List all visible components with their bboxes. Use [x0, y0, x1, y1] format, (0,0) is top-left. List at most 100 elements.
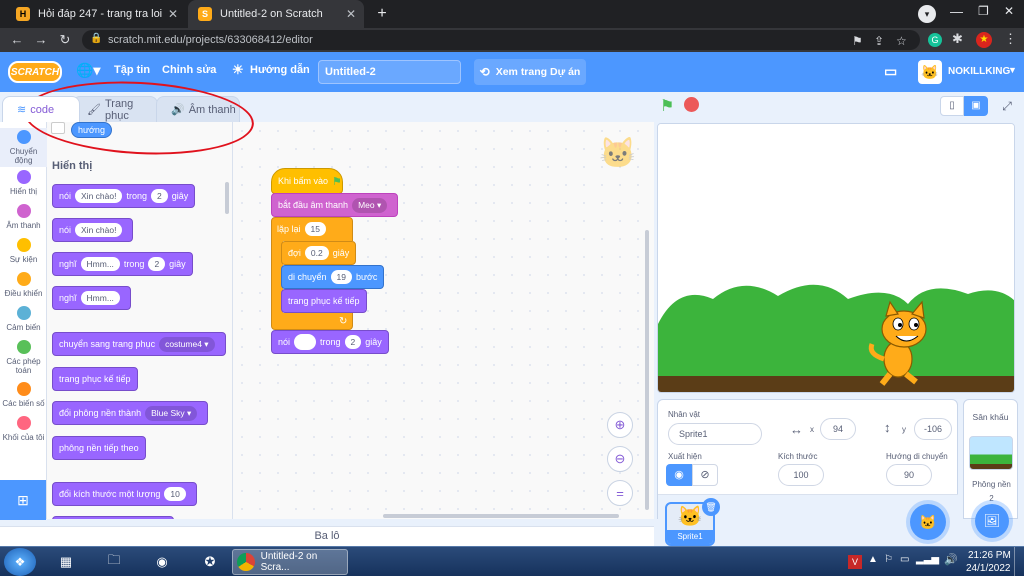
small-stage-button[interactable]: ▯ [940, 96, 964, 116]
sound-dropdown[interactable]: Meo ▾ [352, 197, 388, 213]
add-backdrop-button[interactable]: 🖼 [975, 504, 1009, 538]
flag-tray-icon[interactable]: ⚐ [884, 554, 893, 565]
category-control[interactable]: Điều khiển [0, 272, 47, 298]
block-input[interactable]: 2 [344, 335, 362, 349]
block-next-backdrop[interactable]: phông nền tiếp theo [52, 436, 146, 460]
costume-dropdown[interactable]: costume4 ▾ [159, 336, 215, 352]
category-variables[interactable]: Các biến số [0, 382, 47, 408]
block-move-steps[interactable]: di chuyển 19 bước [281, 265, 385, 289]
block-switch-costume[interactable]: chuyển sang trang phục costume4 ▾ [52, 332, 226, 356]
category-sensing[interactable]: Cảm biến [0, 306, 47, 332]
show-sprite-eye-button[interactable]: ◉ [666, 464, 692, 486]
block-input[interactable]: 19 [330, 270, 352, 284]
extensions-puzzle-icon[interactable]: ✱ [952, 31, 963, 47]
vpn-tray-icon[interactable]: V [848, 555, 862, 569]
chrome-taskbar-button[interactable]: Untitled-2 on Scra... [232, 549, 348, 575]
chrome-menu-icon[interactable]: ⋮ [1004, 31, 1017, 47]
block-when-flag-clicked[interactable]: Khi bấm vào ⚑ [271, 168, 343, 194]
category-my-blocks[interactable]: Khối của tôi [0, 416, 47, 442]
bookmark-star-icon[interactable]: ☆ [896, 34, 907, 48]
close-icon[interactable]: ✕ [346, 7, 356, 21]
close-window-icon[interactable]: ✕ [1004, 4, 1014, 18]
show-desktop-button[interactable] [1014, 547, 1024, 576]
stage-canvas[interactable] [657, 123, 1015, 393]
block-say[interactable]: nói Xin chào! [52, 218, 134, 242]
tab-code[interactable]: ≋ code [2, 96, 80, 122]
browser-tab-hoidap[interactable]: H Hỏi đáp 247 - trang tra loi ✕ [6, 0, 186, 28]
block-change-size[interactable]: đổi kích thước một lượng 10 [52, 482, 197, 506]
block-input-empty[interactable] [294, 334, 317, 350]
sprite-name-input[interactable]: Sprite1 [668, 423, 762, 445]
share-icon[interactable]: ⇪ [874, 34, 884, 48]
add-extension-button[interactable]: ⊞ [0, 480, 46, 520]
address-bar[interactable]: 🔒 scratch.mit.edu/projects/633068412/edi… [82, 30, 920, 50]
language-globe-icon[interactable]: 🌐▾ [76, 62, 100, 79]
block-partial[interactable] [52, 516, 174, 519]
block-input[interactable]: 2 [148, 257, 166, 271]
block-input[interactable]: 15 [304, 222, 326, 236]
stop-button[interactable] [684, 97, 699, 112]
hide-sprite-eye-button[interactable]: ⊘ [692, 464, 718, 486]
block-think-for-secs[interactable]: nghĩ Hmm... trong 2 giây [52, 252, 193, 276]
green-flag-button[interactable]: ⚑ [660, 96, 674, 116]
palette-scrollbar[interactable] [225, 182, 229, 214]
scratch-logo[interactable]: SCRATCH [8, 61, 62, 83]
y-input[interactable]: -106 [914, 418, 952, 440]
app-taskbar-icon[interactable]: ✪ [190, 550, 230, 574]
block-think[interactable]: nghĩ Hmm... [52, 286, 131, 310]
clock-date[interactable]: 24/1/2022 [966, 563, 1011, 574]
block-say-for-secs[interactable]: nói Xin chào! trong 2 giây [52, 184, 196, 208]
block-input[interactable]: Hmm... [80, 257, 120, 271]
delete-sprite-trash-icon[interactable]: 🗑 [702, 498, 720, 516]
zoom-taskbar-icon[interactable]: ◉ [142, 550, 182, 574]
clock-time[interactable]: 21:26 PM [968, 550, 1011, 561]
start-button[interactable]: ❖ [4, 548, 36, 576]
chevron-down-icon[interactable]: ▼ [1008, 65, 1017, 75]
volume-icon[interactable]: 🔊 [944, 553, 958, 566]
block-next-costume[interactable]: trang phục kế tiếp [52, 367, 138, 391]
back-icon[interactable]: ← [6, 32, 28, 47]
restore-icon[interactable]: ❐ [978, 4, 989, 18]
direction-input[interactable]: 90 [886, 464, 932, 486]
display-tray-icon[interactable]: ▭ [900, 554, 909, 565]
site-settings-icon[interactable]: ⚑ [852, 34, 863, 48]
browser-tab-scratch[interactable]: S Untitled-2 on Scratch ✕ [188, 0, 364, 28]
stage-target-pane[interactable]: Sân khấu Phông nền 2 [963, 399, 1018, 519]
block-next-costume-script[interactable]: trang phục kế tiếp [281, 289, 367, 313]
see-project-page-button[interactable]: ⟲ Xem trang Dự án [474, 59, 586, 85]
backpack-bar[interactable]: Ba lô [0, 526, 654, 546]
block-input[interactable]: 2 [150, 189, 168, 203]
reload-icon[interactable]: ↻ [54, 32, 76, 48]
menu-tutorials[interactable]: Hướng dẫn [250, 64, 310, 76]
block-wait[interactable]: đợi 0.2 giây [281, 241, 357, 265]
profile-avatar[interactable]: ★ [976, 32, 992, 48]
network-signal-icon[interactable]: ▂▃▅ [916, 554, 939, 565]
block-input[interactable]: Xin chào! [75, 189, 123, 203]
tab-search-icon[interactable]: ▾ [918, 5, 936, 23]
fullscreen-button[interactable]: ⤢ [996, 96, 1018, 116]
zoom-reset-button[interactable]: = [607, 480, 633, 506]
block-input[interactable]: 10 [164, 487, 186, 501]
workspace-v-scrollbar[interactable] [645, 230, 649, 510]
calculator-taskbar-icon[interactable]: ▦ [46, 550, 86, 574]
category-motion[interactable]: Chuyển động [0, 128, 47, 167]
workspace-h-scrollbar[interactable] [383, 514, 619, 518]
block-say-for-secs-script[interactable]: nói trong 2 giây [271, 330, 389, 354]
add-sprite-button[interactable]: 🐱 [910, 504, 946, 540]
block-input[interactable]: Xin chào! [75, 223, 123, 237]
zoom-in-button[interactable]: ⊕ [607, 412, 633, 438]
x-input[interactable]: 94 [820, 418, 856, 440]
project-title-input[interactable]: Untitled-2 [318, 60, 461, 84]
menu-edit[interactable]: Chỉnh sửa [162, 64, 216, 76]
category-sound[interactable]: Âm thanh [0, 204, 47, 230]
forward-icon[interactable]: → [30, 32, 52, 47]
size-input[interactable]: 100 [778, 464, 824, 486]
block-start-sound[interactable]: bắt đầu âm thanh Meo ▾ [271, 193, 399, 217]
close-icon[interactable]: ✕ [168, 7, 178, 21]
new-tab-button[interactable]: + [372, 4, 392, 24]
minimize-icon[interactable]: — [950, 4, 963, 19]
menu-file[interactable]: Tập tin [114, 64, 150, 76]
code-workspace[interactable]: 🐱 Khi bấm vào ⚑ bắt đầu âm thanh Meo ▾ l… [233, 122, 654, 519]
zoom-out-button[interactable]: ⊖ [607, 446, 633, 472]
backdrop-dropdown[interactable]: Blue Sky ▾ [145, 405, 198, 421]
